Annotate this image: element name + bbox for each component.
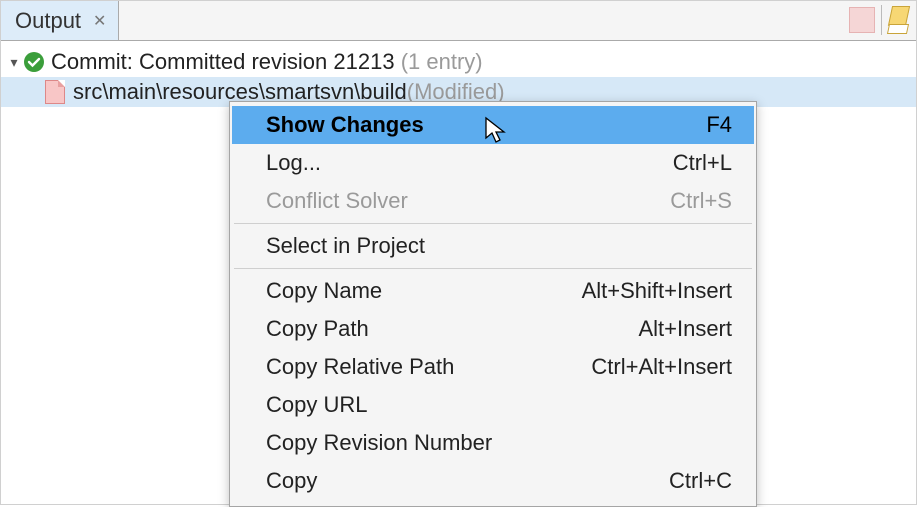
menu-item-copy[interactable]: Copy Ctrl+C bbox=[232, 462, 754, 500]
menu-item-shortcut: Ctrl+Alt+Insert bbox=[591, 354, 732, 380]
menu-item-label: Copy URL bbox=[266, 392, 367, 418]
menu-item-label: Show Changes bbox=[266, 112, 424, 138]
menu-item-copy-name[interactable]: Copy Name Alt+Shift+Insert bbox=[232, 272, 754, 310]
menu-item-label: Copy Name bbox=[266, 278, 382, 304]
commit-prefix: Commit: bbox=[51, 49, 139, 74]
menu-item-shortcut: Alt+Shift+Insert bbox=[582, 278, 732, 304]
menu-item-label: Copy Relative Path bbox=[266, 354, 454, 380]
menu-item-select-in-project[interactable]: Select in Project bbox=[232, 227, 754, 265]
menu-item-label: Select in Project bbox=[266, 233, 425, 259]
menu-item-copy-path[interactable]: Copy Path Alt+Insert bbox=[232, 310, 754, 348]
tab-label: Output bbox=[15, 8, 81, 34]
commit-suffix: (1 entry) bbox=[395, 49, 483, 74]
file-icon bbox=[45, 80, 65, 104]
menu-item-label: Copy Revision Number bbox=[266, 430, 492, 456]
eraser-icon[interactable] bbox=[888, 6, 910, 34]
menu-separator bbox=[234, 223, 752, 224]
menu-item-shortcut: Alt+Insert bbox=[638, 316, 732, 342]
chevron-down-icon[interactable]: ▾ bbox=[5, 54, 23, 71]
menu-item-label: Copy bbox=[266, 468, 317, 494]
tab-output[interactable]: Output ✕ bbox=[1, 1, 119, 40]
stop-icon[interactable] bbox=[849, 7, 875, 33]
success-icon bbox=[23, 51, 45, 73]
menu-item-shortcut: Ctrl+S bbox=[670, 188, 732, 214]
menu-item-copy-revision-number[interactable]: Copy Revision Number bbox=[232, 424, 754, 462]
menu-separator bbox=[234, 268, 752, 269]
menu-item-label: Log... bbox=[266, 150, 321, 176]
menu-item-conflict-solver: Conflict Solver Ctrl+S bbox=[232, 182, 754, 220]
close-icon[interactable]: ✕ bbox=[91, 11, 108, 31]
context-menu: Show Changes F4 Log... Ctrl+L Conflict Solve… bbox=[229, 101, 757, 507]
menu-item-copy-url[interactable]: Copy URL bbox=[232, 386, 754, 424]
menu-item-label: Conflict Solver bbox=[266, 188, 408, 214]
menu-item-label: Copy Path bbox=[266, 316, 369, 342]
tree-row-commit[interactable]: ▾ Commit: Committed revision 21213 (1 en… bbox=[1, 47, 916, 77]
commit-label: Commit: Committed revision 21213 (1 entr… bbox=[51, 49, 483, 75]
menu-item-shortcut: F4 bbox=[706, 112, 732, 138]
menu-item-shortcut: Ctrl+L bbox=[673, 150, 732, 176]
tab-bar: Output ✕ bbox=[1, 1, 916, 41]
menu-item-log[interactable]: Log... Ctrl+L bbox=[232, 144, 754, 182]
commit-text: Committed revision 21213 bbox=[139, 49, 395, 74]
toolbar-divider bbox=[881, 5, 882, 35]
menu-item-shortcut: Ctrl+C bbox=[669, 468, 732, 494]
toolbar-icons bbox=[849, 5, 910, 35]
menu-item-show-changes[interactable]: Show Changes F4 bbox=[232, 106, 754, 144]
menu-item-copy-relative-path[interactable]: Copy Relative Path Ctrl+Alt+Insert bbox=[232, 348, 754, 386]
